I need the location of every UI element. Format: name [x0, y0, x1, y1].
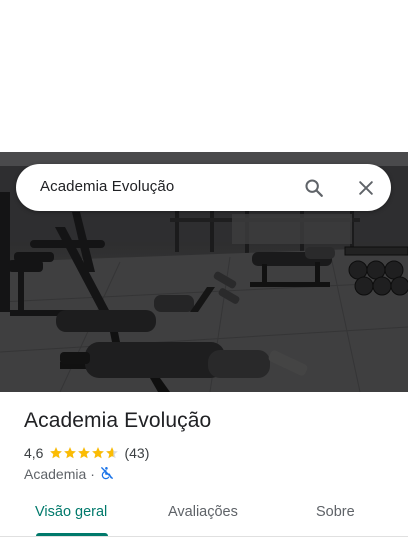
star-icon: [64, 447, 77, 459]
close-icon[interactable]: [353, 175, 379, 201]
tab-about[interactable]: Sobre: [316, 504, 355, 520]
review-count[interactable]: (43): [124, 445, 149, 461]
star-rating: [49, 446, 119, 460]
star-icon: [92, 447, 105, 459]
star-icon: [106, 447, 119, 459]
search-bar[interactable]: Academia Evolução: [16, 164, 391, 211]
place-title: Academia Evolução: [24, 409, 212, 432]
place-category: Academia: [24, 466, 87, 482]
tabs-divider: [0, 536, 408, 537]
tab-overview[interactable]: Visão geral: [35, 504, 107, 520]
tab-reviews[interactable]: Avaliações: [168, 504, 238, 520]
map-blank-area: [0, 0, 408, 152]
place-tabs: Visão geral Avaliações Sobre: [0, 500, 408, 536]
separator-dot: ·: [90, 466, 95, 482]
star-icon: [50, 447, 63, 459]
search-icon[interactable]: [301, 175, 327, 201]
no-wheelchair-access-icon: [100, 466, 114, 483]
star-icon: [78, 447, 91, 459]
rating-value: 4,6: [24, 445, 44, 461]
search-input[interactable]: Academia Evolução: [40, 178, 174, 195]
category-row: Academia ·: [24, 465, 114, 483]
rating-row[interactable]: 4,6 (43): [24, 444, 149, 462]
